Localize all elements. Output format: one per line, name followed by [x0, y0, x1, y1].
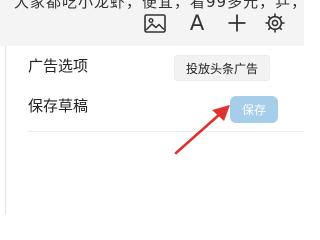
ad-option-row: 广告选项 投放头条广告	[28, 52, 304, 82]
font-icon[interactable]: A	[182, 8, 212, 38]
image-icon[interactable]	[140, 8, 170, 38]
save-draft-label: 保存草稿	[28, 97, 89, 115]
place-headline-ad-button[interactable]: 投放头条广告	[174, 55, 270, 81]
ad-option-label: 广告选项	[28, 57, 89, 75]
font-glyph: A	[189, 10, 205, 35]
gear-icon[interactable]	[260, 8, 290, 38]
row-divider	[28, 131, 304, 132]
top-panel: 大家都吃小龙虾，便宜，看99多元，乒，学校 A	[0, 0, 304, 46]
save-draft-row: 保存草稿 保存	[28, 92, 304, 123]
plus-icon[interactable]	[222, 8, 252, 38]
editor-toolbar: A	[0, 8, 304, 38]
left-divider	[5, 46, 6, 215]
save-button[interactable]: 保存	[230, 96, 278, 123]
